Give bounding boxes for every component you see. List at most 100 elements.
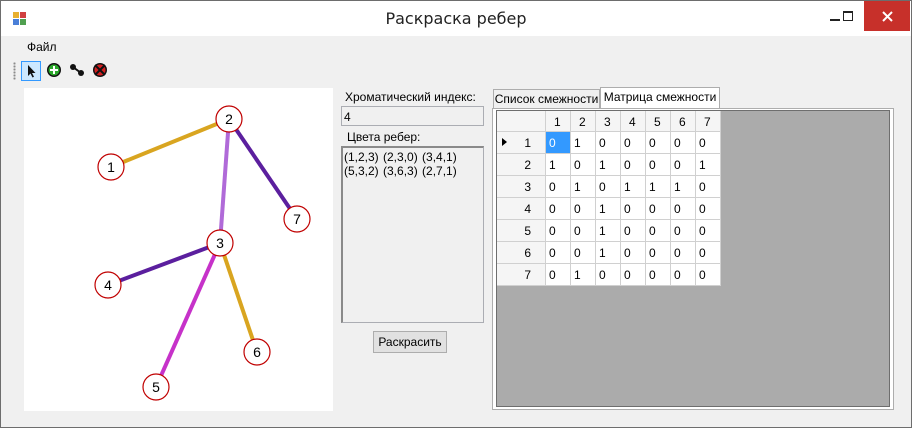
matrix-cell[interactable]: 0 [621,198,646,220]
close-button[interactable] [864,1,910,31]
tab-adjacency-matrix[interactable]: Матрица смежности [600,87,720,109]
matrix-cell[interactable]: 0 [671,132,696,154]
matrix-cell[interactable]: 0 [546,220,571,242]
matrix-cell[interactable]: 0 [621,220,646,242]
matrix-column-header[interactable]: 7 [696,111,721,132]
add-edge-tool-button[interactable] [68,61,88,81]
matrix-row-header[interactable]: 1 [497,132,546,154]
matrix-cell[interactable]: 0 [696,264,721,286]
matrix-cell[interactable]: 1 [571,176,596,198]
vertex-2[interactable]: 2 [215,105,243,133]
matrix-row-header[interactable]: 7 [497,264,546,286]
matrix-cell[interactable]: 0 [671,242,696,264]
matrix-cell[interactable]: 0 [646,242,671,264]
column-header-label: 6 [679,115,686,129]
matrix-cell[interactable]: 0 [646,132,671,154]
vertex-4[interactable]: 4 [94,271,122,299]
matrix-cell[interactable]: 0 [671,220,696,242]
matrix-cell[interactable]: 0 [571,154,596,176]
matrix-column-header[interactable]: 3 [596,111,621,132]
matrix-cell[interactable]: 0 [596,264,621,286]
matrix-cell[interactable]: 0 [546,264,571,286]
matrix-row-header[interactable]: 6 [497,242,546,264]
matrix-column-header[interactable]: 1 [546,111,571,132]
matrix-cell[interactable]: 0 [571,198,596,220]
matrix-cell-value: 0 [549,202,556,216]
adjacency-matrix-grid[interactable]: 1234567101000002101000130101110400100005… [496,110,890,407]
matrix-cell[interactable]: 1 [546,154,571,176]
matrix-cell-value: 0 [624,202,631,216]
delete-tool-button[interactable] [91,61,111,81]
matrix-cell[interactable]: 1 [596,220,621,242]
matrix-cell[interactable]: 0 [696,242,721,264]
matrix-cell[interactable]: 0 [621,132,646,154]
matrix-column-header[interactable]: 4 [621,111,646,132]
vertex-6[interactable]: 6 [243,338,271,366]
pointer-tool-button[interactable] [21,61,41,81]
matrix-cell[interactable]: 1 [596,154,621,176]
edge-3-6[interactable] [218,242,259,353]
toolbar-grip[interactable] [13,62,16,80]
matrix-cell[interactable]: 0 [696,220,721,242]
matrix-cell[interactable]: 0 [546,132,571,154]
matrix-cell[interactable]: 0 [671,154,696,176]
matrix-cell[interactable]: 0 [571,242,596,264]
matrix-cell[interactable]: 0 [596,132,621,154]
matrix-cell[interactable]: 0 [646,154,671,176]
matrix-row-header[interactable]: 5 [497,220,546,242]
matrix-cell[interactable]: 0 [546,242,571,264]
matrix-cell[interactable]: 0 [571,220,596,242]
column-header-label: 2 [579,115,586,129]
matrix-cell[interactable]: 1 [596,198,621,220]
matrix-cell[interactable]: 1 [571,132,596,154]
matrix-cell[interactable]: 1 [696,154,721,176]
matrix-cell[interactable]: 0 [696,132,721,154]
matrix-row-header[interactable]: 4 [497,198,546,220]
vertex-5[interactable]: 5 [142,373,170,401]
matrix-cell[interactable]: 0 [696,198,721,220]
matrix-cell-value: 0 [699,180,706,194]
maximize-button[interactable] [834,1,862,31]
matrix-cell[interactable]: 0 [671,264,696,286]
matrix-cell[interactable]: 0 [621,242,646,264]
matrix-cell[interactable]: 1 [571,264,596,286]
matrix-cell-value: 0 [699,246,706,260]
color-edges-button[interactable]: Раскрасить [373,331,447,353]
matrix-cell[interactable]: 0 [671,198,696,220]
edge-colors-textbox[interactable]: (1,2,3) (2,3,0) (3,4,1) (5,3,2) (3,6,3) … [341,146,484,323]
edge-2-3[interactable] [218,118,231,244]
add-vertex-tool-button[interactable] [45,61,65,81]
matrix-cell-value: 0 [624,158,631,172]
matrix-cell[interactable]: 1 [646,176,671,198]
matrix-cell[interactable]: 0 [621,264,646,286]
vertex-1[interactable]: 1 [97,153,125,181]
title-bar[interactable]: Раскраска ребер [1,1,911,36]
edge-1-2[interactable] [110,117,230,169]
matrix-row-header[interactable]: 2 [497,154,546,176]
matrix-cell[interactable]: 1 [671,176,696,198]
matrix-cell[interactable]: 0 [646,220,671,242]
matrix-cell[interactable]: 0 [696,176,721,198]
vertex-3[interactable]: 3 [206,229,234,257]
matrix-column-header[interactable]: 5 [646,111,671,132]
delete-icon [93,63,107,77]
matrix-cell[interactable]: 0 [646,198,671,220]
matrix-cell[interactable]: 0 [546,176,571,198]
matrix-cell[interactable]: 0 [596,176,621,198]
matrix-column-header[interactable]: 2 [571,111,596,132]
matrix-cell[interactable]: 1 [596,242,621,264]
matrix-column-header[interactable]: 6 [671,111,696,132]
tab-adjacency-list[interactable]: Список смежности [493,89,600,109]
vertex-7[interactable]: 7 [283,205,311,233]
matrix-cell[interactable]: 0 [646,264,671,286]
matrix-row-header[interactable]: 3 [497,176,546,198]
menu-file[interactable]: Файл [27,40,57,54]
matrix-cell[interactable]: 0 [546,198,571,220]
edge-2-7[interactable] [227,117,299,221]
matrix-cell[interactable]: 1 [621,176,646,198]
row-header-label: 7 [524,268,531,282]
matrix-cell[interactable]: 0 [621,154,646,176]
chromatic-index-field[interactable]: 4 [341,106,484,126]
matrix-cell-value: 1 [674,180,681,194]
graph-canvas[interactable]: 1 2 3 4 5 6 7 [24,88,333,411]
